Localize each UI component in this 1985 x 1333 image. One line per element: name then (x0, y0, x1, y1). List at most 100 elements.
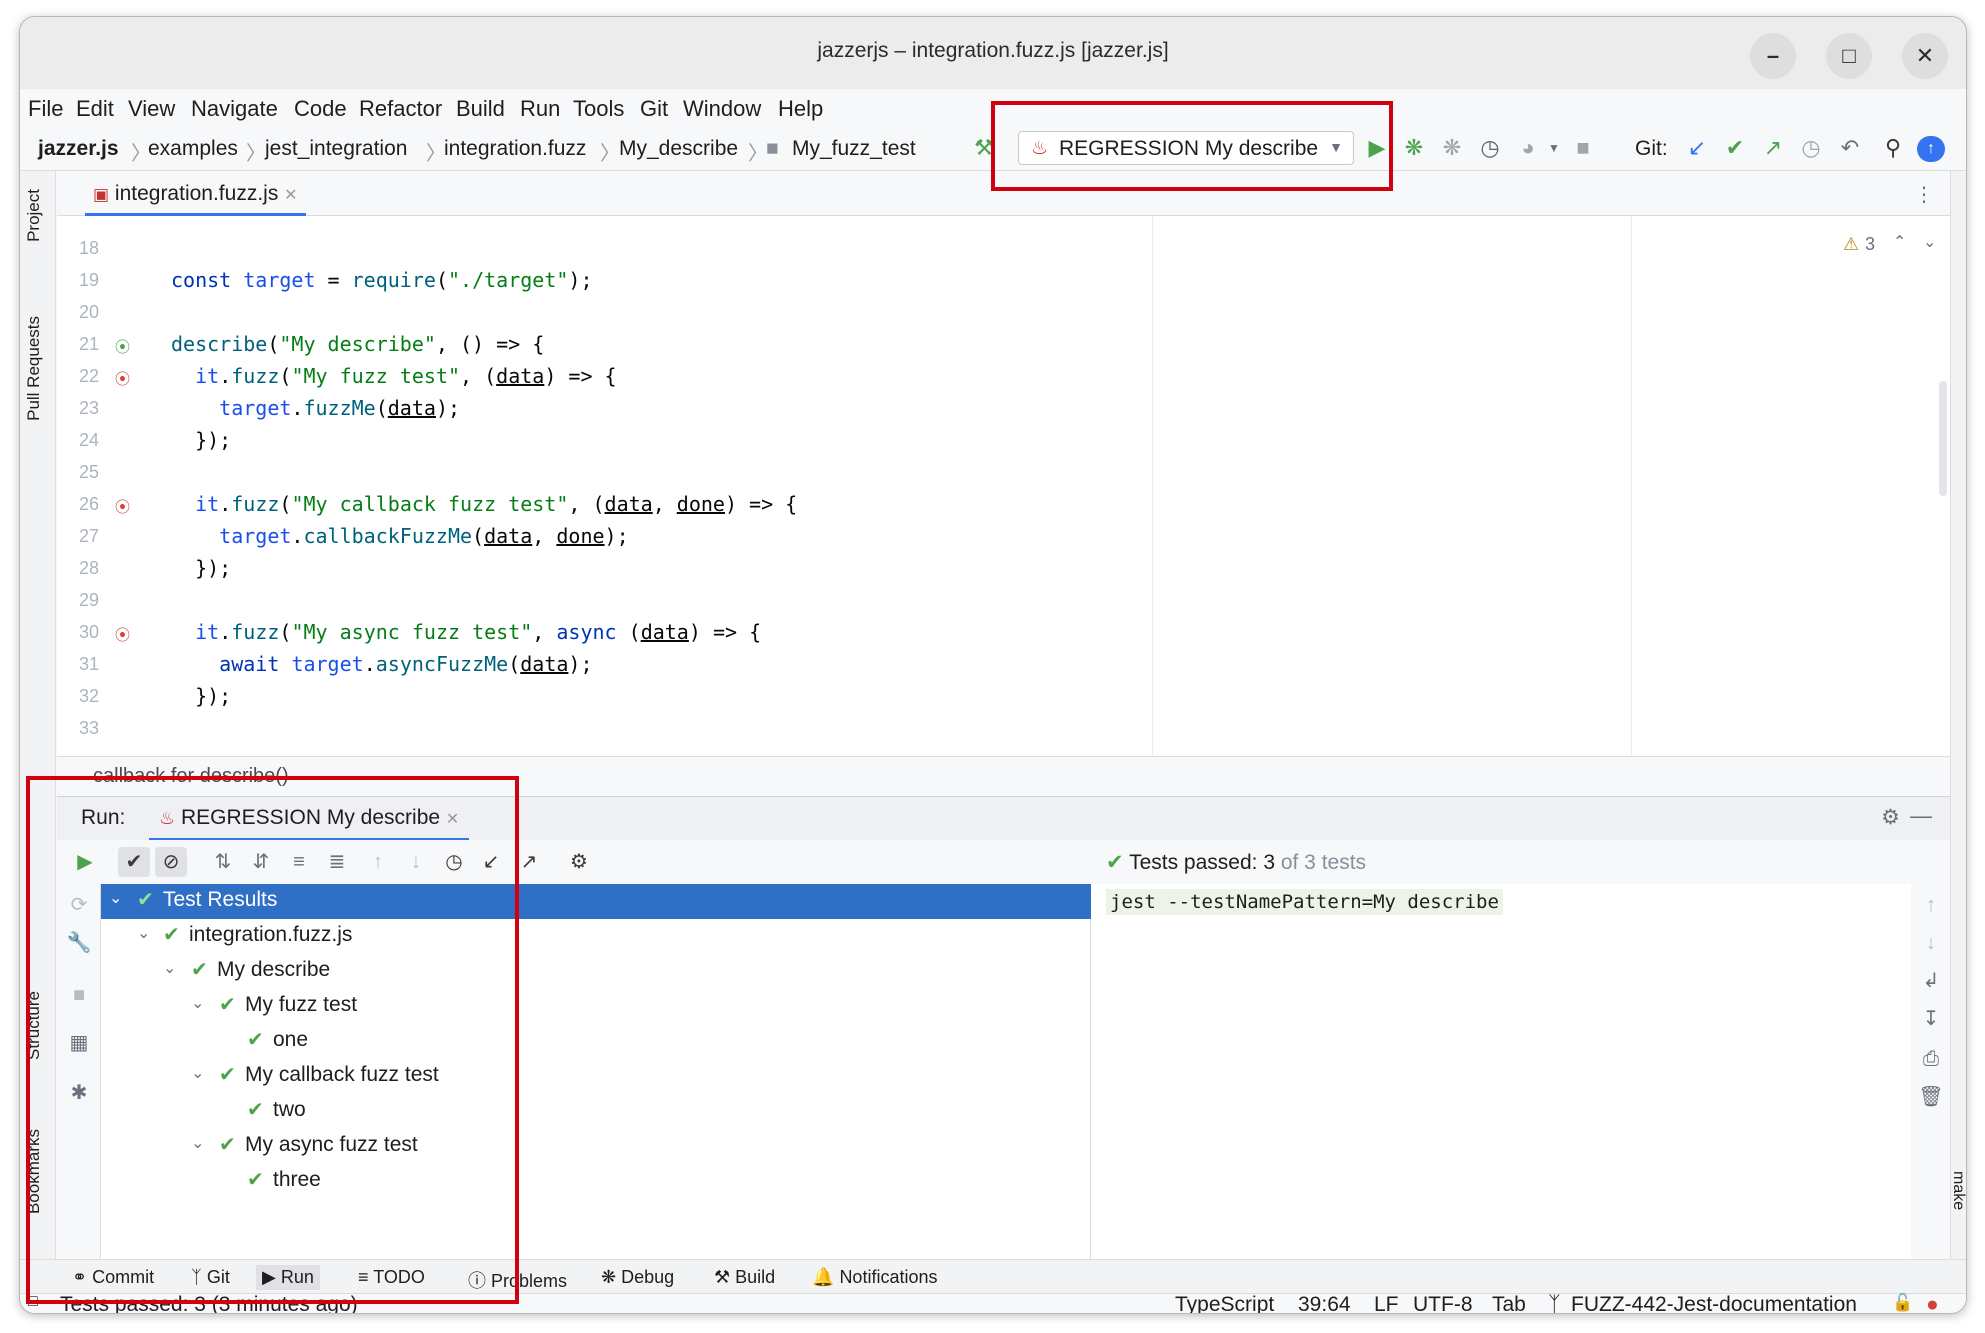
status-branch[interactable]: FUZZ-442-Jest-documentation (1571, 1293, 1857, 1313)
scroll-to-end-icon[interactable]: ↧ (1915, 1004, 1947, 1034)
right-tool-strip: make (1949, 171, 1966, 1259)
breadcrumb-project[interactable]: jazzer.js (38, 137, 119, 161)
git-commit-icon[interactable]: ✔ (1721, 135, 1749, 161)
js-file-icon: ▣ (93, 185, 110, 204)
tool-tab-label: Notifications (839, 1267, 938, 1287)
line-gutter: 18 19 20 21 22 23 24 25 26 27 28 29 30 3… (57, 216, 149, 756)
menu-git[interactable]: Git (640, 96, 668, 122)
status-encoding[interactable]: UTF-8 (1413, 1293, 1473, 1313)
highlight-box (26, 776, 519, 1304)
menu-view[interactable]: View (128, 96, 175, 122)
code-line: describe("My describe", () => { (171, 332, 545, 356)
summary-prefix: Tests passed: (1129, 851, 1264, 874)
status-indent[interactable]: Tab (1492, 1293, 1526, 1313)
code-line: it.fuzz("My callback fuzz test", (data, … (195, 492, 798, 516)
editor-tab-integration-fuzz-js[interactable]: ▣ integration.fuzz.js ✕ (85, 172, 306, 216)
tool-tab-notifications[interactable]: 🔔 Notifications (806, 1265, 943, 1290)
status-line-ending[interactable]: LF (1374, 1293, 1399, 1313)
debug-bug-icon: ❋ (601, 1267, 617, 1287)
trash-icon[interactable]: 🗑 (1915, 1082, 1947, 1112)
line-number: 22 (78, 366, 99, 386)
debug-bug-icon[interactable]: ❋ (1400, 135, 1428, 161)
code-line: }); (171, 428, 232, 452)
stop-icon[interactable]: ■ (1569, 135, 1597, 161)
tool-tab-make[interactable]: make (1949, 1171, 1966, 1210)
tool-tab-debug[interactable]: ❋ Debug (595, 1265, 680, 1290)
breadcrumb-integration-fuzz[interactable]: integration.fuzz (444, 137, 586, 161)
code-line: await target.asyncFuzzMe(data); (219, 652, 593, 676)
editor-tab-label: integration.fuzz.js (114, 182, 279, 205)
print-icon[interactable]: ⎙ (1915, 1044, 1947, 1074)
line-number: 18 (78, 238, 99, 258)
run-test-gutter-icon[interactable]: ⦿ (115, 336, 130, 357)
status-language[interactable]: TypeScript (1175, 1293, 1274, 1313)
run-console[interactable]: jest --testNamePattern=My describe (1091, 884, 1911, 1259)
tool-tab-pull-requests[interactable]: Pull Requests (24, 316, 44, 421)
lock-icon[interactable]: 🔓 (1892, 1293, 1913, 1313)
breadcrumb-my-fuzz-test[interactable]: My_fuzz_test (792, 137, 916, 161)
hide-icon[interactable]: — (1910, 803, 1932, 829)
run-with-coverage-icon[interactable]: ❋ (1438, 135, 1466, 161)
warning-count[interactable]: 3 (1865, 234, 1875, 255)
line-number: 24 (78, 430, 99, 450)
breadcrumb-my-describe[interactable]: My_describe (619, 137, 738, 161)
code-editor[interactable]: 18 19 20 21 22 23 24 25 26 27 28 29 30 3… (57, 216, 1950, 756)
minimize-button[interactable]: – (1750, 33, 1796, 79)
chevron-down-icon[interactable]: ▼ (1540, 141, 1568, 155)
more-run-options-icon[interactable]: ◕ (1514, 135, 1542, 161)
gear-icon[interactable]: ⚙ (1881, 805, 1900, 830)
profile-icon[interactable]: ◷ (1476, 135, 1504, 161)
menu-code[interactable]: Code (294, 96, 347, 122)
line-number: 21 (78, 334, 99, 354)
status-position[interactable]: 39:64 (1298, 1293, 1351, 1313)
scroll-up-icon[interactable]: ↑ (1915, 890, 1947, 920)
editor-scrollbar[interactable] (1939, 381, 1947, 496)
maximize-button[interactable]: □ (1826, 33, 1872, 79)
scroll-down-icon[interactable]: ↓ (1915, 928, 1947, 958)
menu-tools[interactable]: Tools (573, 96, 624, 122)
next-highlight-icon[interactable]: ⌄ (1923, 232, 1936, 252)
tool-tab-build[interactable]: ⚒ Build (708, 1265, 781, 1290)
tool-tab-project[interactable]: Project (24, 189, 44, 242)
line-number: 26 (78, 494, 99, 514)
menu-refactor[interactable]: Refactor (359, 96, 442, 122)
line-number: 32 (78, 686, 99, 706)
run-test-gutter-icon[interactable]: ⦿ (115, 496, 130, 517)
run-test-gutter-icon[interactable]: ⦿ (115, 624, 130, 645)
console-command-line: jest --testNamePattern=My describe (1106, 889, 1503, 915)
menu-build[interactable]: Build (456, 96, 505, 122)
search-icon[interactable]: ⚲ (1879, 135, 1907, 161)
line-number: 19 (78, 270, 99, 290)
close-tab-icon[interactable]: ✕ (284, 187, 297, 204)
git-update-icon[interactable]: ↙ (1683, 135, 1711, 161)
warning-icon[interactable]: ⚠ (1843, 234, 1859, 255)
more-tabs-icon[interactable]: ⋮ (1914, 182, 1934, 207)
previous-highlight-icon[interactable]: ⌃ (1893, 232, 1906, 252)
window-title: jazzerjs – integration.fuzz.js [jazzer.j… (817, 39, 1169, 62)
menu-edit[interactable]: Edit (76, 96, 114, 122)
console-side-toolbar: ↑ ↓ ↲ ↧ ⎙ 🗑 (1911, 884, 1951, 1259)
update-icon[interactable]: ↑ (1917, 136, 1945, 162)
menu-run[interactable]: Run (520, 96, 560, 122)
line-number: 28 (78, 558, 99, 578)
tool-tab-label: Build (735, 1267, 776, 1287)
run-test-gutter-icon[interactable]: ⦿ (115, 368, 130, 389)
bell-icon: 🔔 (812, 1267, 835, 1287)
menu-file[interactable]: File (28, 96, 63, 122)
gear-icon[interactable]: ⚙ (563, 847, 595, 877)
summary-suffix: of 3 tests (1275, 851, 1367, 874)
git-push-icon[interactable]: ↗ (1759, 135, 1787, 161)
history-icon[interactable]: ◷ (1797, 135, 1825, 161)
error-icon[interactable]: ● (1926, 1293, 1939, 1313)
soft-wrap-icon[interactable]: ↲ (1915, 966, 1947, 996)
menu-window[interactable]: Window (683, 96, 761, 122)
menu-help[interactable]: Help (778, 96, 823, 122)
breadcrumb-jest-integration[interactable]: jest_integration (265, 137, 407, 161)
code-line: it.fuzz("My fuzz test", (data) => { (195, 364, 617, 388)
breadcrumb-examples[interactable]: examples (148, 137, 238, 161)
menu-navigate[interactable]: Navigate (191, 96, 278, 122)
close-button[interactable]: ✕ (1902, 33, 1948, 79)
tool-tab-label: Debug (621, 1267, 675, 1287)
line-number: 33 (78, 718, 99, 738)
rollback-icon[interactable]: ↶ (1836, 135, 1864, 161)
